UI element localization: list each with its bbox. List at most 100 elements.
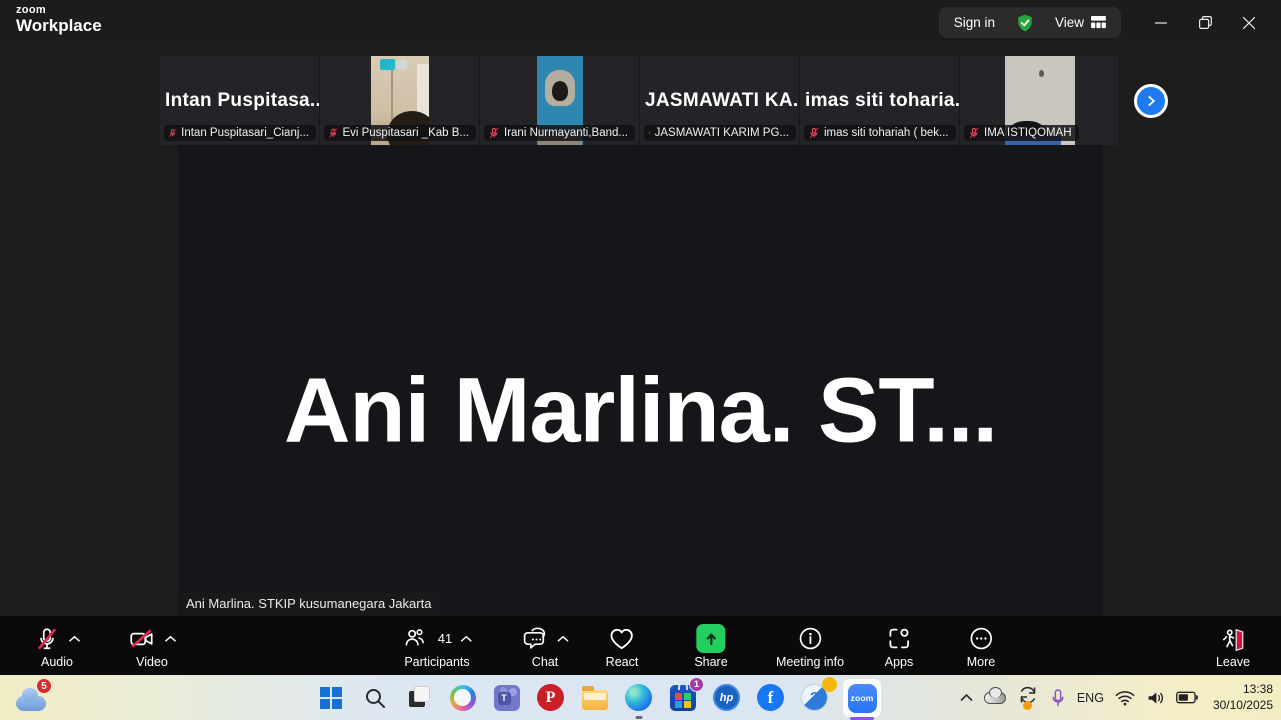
info-icon (797, 626, 822, 651)
teams-icon[interactable]: T (490, 681, 523, 714)
security-shield-icon[interactable] (1015, 13, 1035, 33)
filmstrip-next-button[interactable] (1134, 84, 1168, 118)
mic-off-icon (648, 127, 651, 139)
zoom-workplace-logo: zoom Workplace (16, 5, 102, 34)
apps-icon (887, 626, 912, 651)
participant-name-label: Intan Puspitasari_Cianj... (181, 127, 309, 139)
participant-name-label: Irani Nurmayanti,Band... (504, 127, 628, 139)
participant-name-pill: IMA ISTIQOMAH (964, 125, 1079, 141)
sync-icon[interactable] (1017, 685, 1039, 710)
speaker-icon[interactable] (1146, 690, 1165, 706)
participant-name-label: JASMAWATI KARIM PG... (655, 127, 789, 139)
audio-button[interactable]: Audio (34, 623, 80, 669)
video-button[interactable]: Video (128, 623, 176, 669)
participant-name-pill: Evi Puspitasari _Kab B... (324, 125, 476, 141)
leave-label: Leave (1216, 655, 1250, 669)
participant-tile-imas[interactable]: imas siti toharia... imas siti tohariah … (800, 56, 960, 145)
close-button[interactable] (1227, 0, 1271, 45)
meeting-info-label: Meeting info (776, 655, 844, 669)
participant-tile-evi[interactable]: Evi Puspitasari _Kab B... (320, 56, 480, 145)
mic-off-icon (968, 127, 980, 139)
restore-button[interactable] (1183, 0, 1227, 45)
minimize-button[interactable] (1139, 0, 1183, 45)
chat-button[interactable]: Chat (522, 623, 569, 669)
hp-icon[interactable]: hp (710, 681, 743, 714)
share-button[interactable]: Share (694, 623, 727, 669)
clock[interactable]: 13:38 30/10/2025 (1213, 682, 1273, 713)
help-icon[interactable]: ? (798, 681, 831, 714)
view-layout-icon (1091, 16, 1106, 29)
onedrive-icon[interactable] (984, 692, 1006, 704)
windows-taskbar: 5 T P 1 hp f ? zoom (0, 675, 1281, 720)
speaker-display-name: Ani Marlina. ST... (178, 358, 1103, 463)
help-badge (822, 677, 837, 692)
chevron-up-icon[interactable] (69, 635, 80, 643)
mic-off-icon (488, 127, 500, 139)
participant-name-pill: imas siti tohariah ( bek... (804, 125, 956, 141)
edge-browser-icon[interactable] (622, 681, 655, 714)
share-label: Share (694, 655, 727, 669)
more-button[interactable]: More (967, 623, 995, 669)
mic-off-icon (168, 127, 177, 139)
language-indicator[interactable]: ENG (1077, 691, 1104, 705)
notification-badge: 5 (36, 678, 52, 694)
task-view-icon[interactable] (402, 681, 435, 714)
meeting-info-button[interactable]: Meeting info (776, 623, 844, 669)
microsoft-store-icon[interactable]: 1 (666, 681, 699, 714)
chevron-up-icon[interactable] (461, 635, 472, 643)
titlebar-pill: Sign in View (939, 7, 1121, 38)
mic-off-icon (328, 127, 338, 139)
mic-in-use-icon[interactable] (1050, 688, 1066, 708)
participant-name-pill: JASMAWATI KARIM PG... (644, 125, 796, 141)
file-explorer-icon[interactable] (578, 681, 611, 714)
react-label: React (606, 655, 639, 669)
wifi-icon[interactable] (1115, 690, 1135, 706)
view-label: View (1055, 15, 1084, 30)
participant-tile-irani[interactable]: Irani Nurmayanti,Band... (480, 56, 640, 145)
chevron-up-icon[interactable] (558, 635, 569, 643)
zoom-app-icon[interactable]: zoom (842, 681, 882, 714)
mic-off-icon (808, 127, 820, 139)
date: 30/10/2025 (1213, 698, 1273, 714)
mic-off-icon (34, 626, 60, 652)
share-screen-icon (696, 624, 725, 653)
participant-tile-intan[interactable]: Intan Puspitasa... Intan Puspitasari_Cia… (160, 56, 320, 145)
active-speaker-tile: Ani Marlina. ST... Ani Marlina. STKIP ku… (178, 145, 1103, 616)
sign-in-button[interactable]: Sign in (954, 15, 995, 30)
chevron-up-icon[interactable] (165, 635, 176, 643)
participants-button[interactable]: 41 Participants (402, 623, 472, 669)
widgets-weather-icon[interactable]: 5 (14, 682, 52, 714)
participant-name-pill: Irani Nurmayanti,Band... (484, 125, 635, 141)
participant-display-name: Intan Puspitasa... (165, 90, 320, 112)
heart-icon (608, 626, 636, 652)
leave-button[interactable]: Leave (1216, 623, 1250, 669)
participant-tile-jasmawati[interactable]: JASMAWATI KA... JASMAWATI KARIM PG... (640, 56, 800, 145)
participant-display-name: JASMAWATI KA... (645, 90, 800, 112)
participant-display-name: imas siti toharia... (805, 90, 960, 112)
copilot-icon[interactable] (446, 681, 479, 714)
participants-label: Participants (404, 655, 469, 669)
facebook-icon[interactable]: f (754, 681, 787, 714)
audio-label: Audio (41, 655, 73, 669)
sign-in-label: Sign in (954, 15, 995, 30)
apps-label: Apps (885, 655, 914, 669)
start-button[interactable] (314, 681, 347, 714)
chat-bubble-icon (522, 626, 549, 652)
more-label: More (967, 655, 995, 669)
search-icon[interactable] (358, 681, 391, 714)
battery-icon[interactable] (1176, 691, 1198, 704)
participant-filmstrip: Intan Puspitasa... Intan Puspitasari_Cia… (160, 56, 1120, 145)
view-button[interactable]: View (1055, 15, 1106, 30)
apps-button[interactable]: Apps (885, 623, 914, 669)
participant-tile-ima[interactable]: IMA ISTIQOMAH (960, 56, 1120, 145)
store-badge: 1 (689, 677, 704, 692)
window-titlebar: zoom Workplace Sign in View (0, 0, 1281, 45)
react-button[interactable]: React (606, 623, 639, 669)
logo-zoom-text: zoom (16, 5, 102, 17)
tray-expand-icon[interactable] (960, 693, 973, 702)
participant-name-label: IMA ISTIQOMAH (984, 127, 1072, 139)
pinterest-icon[interactable]: P (534, 681, 567, 714)
participant-name-label: imas siti tohariah ( bek... (824, 127, 949, 139)
people-icon (402, 626, 427, 651)
chat-label: Chat (532, 655, 558, 669)
